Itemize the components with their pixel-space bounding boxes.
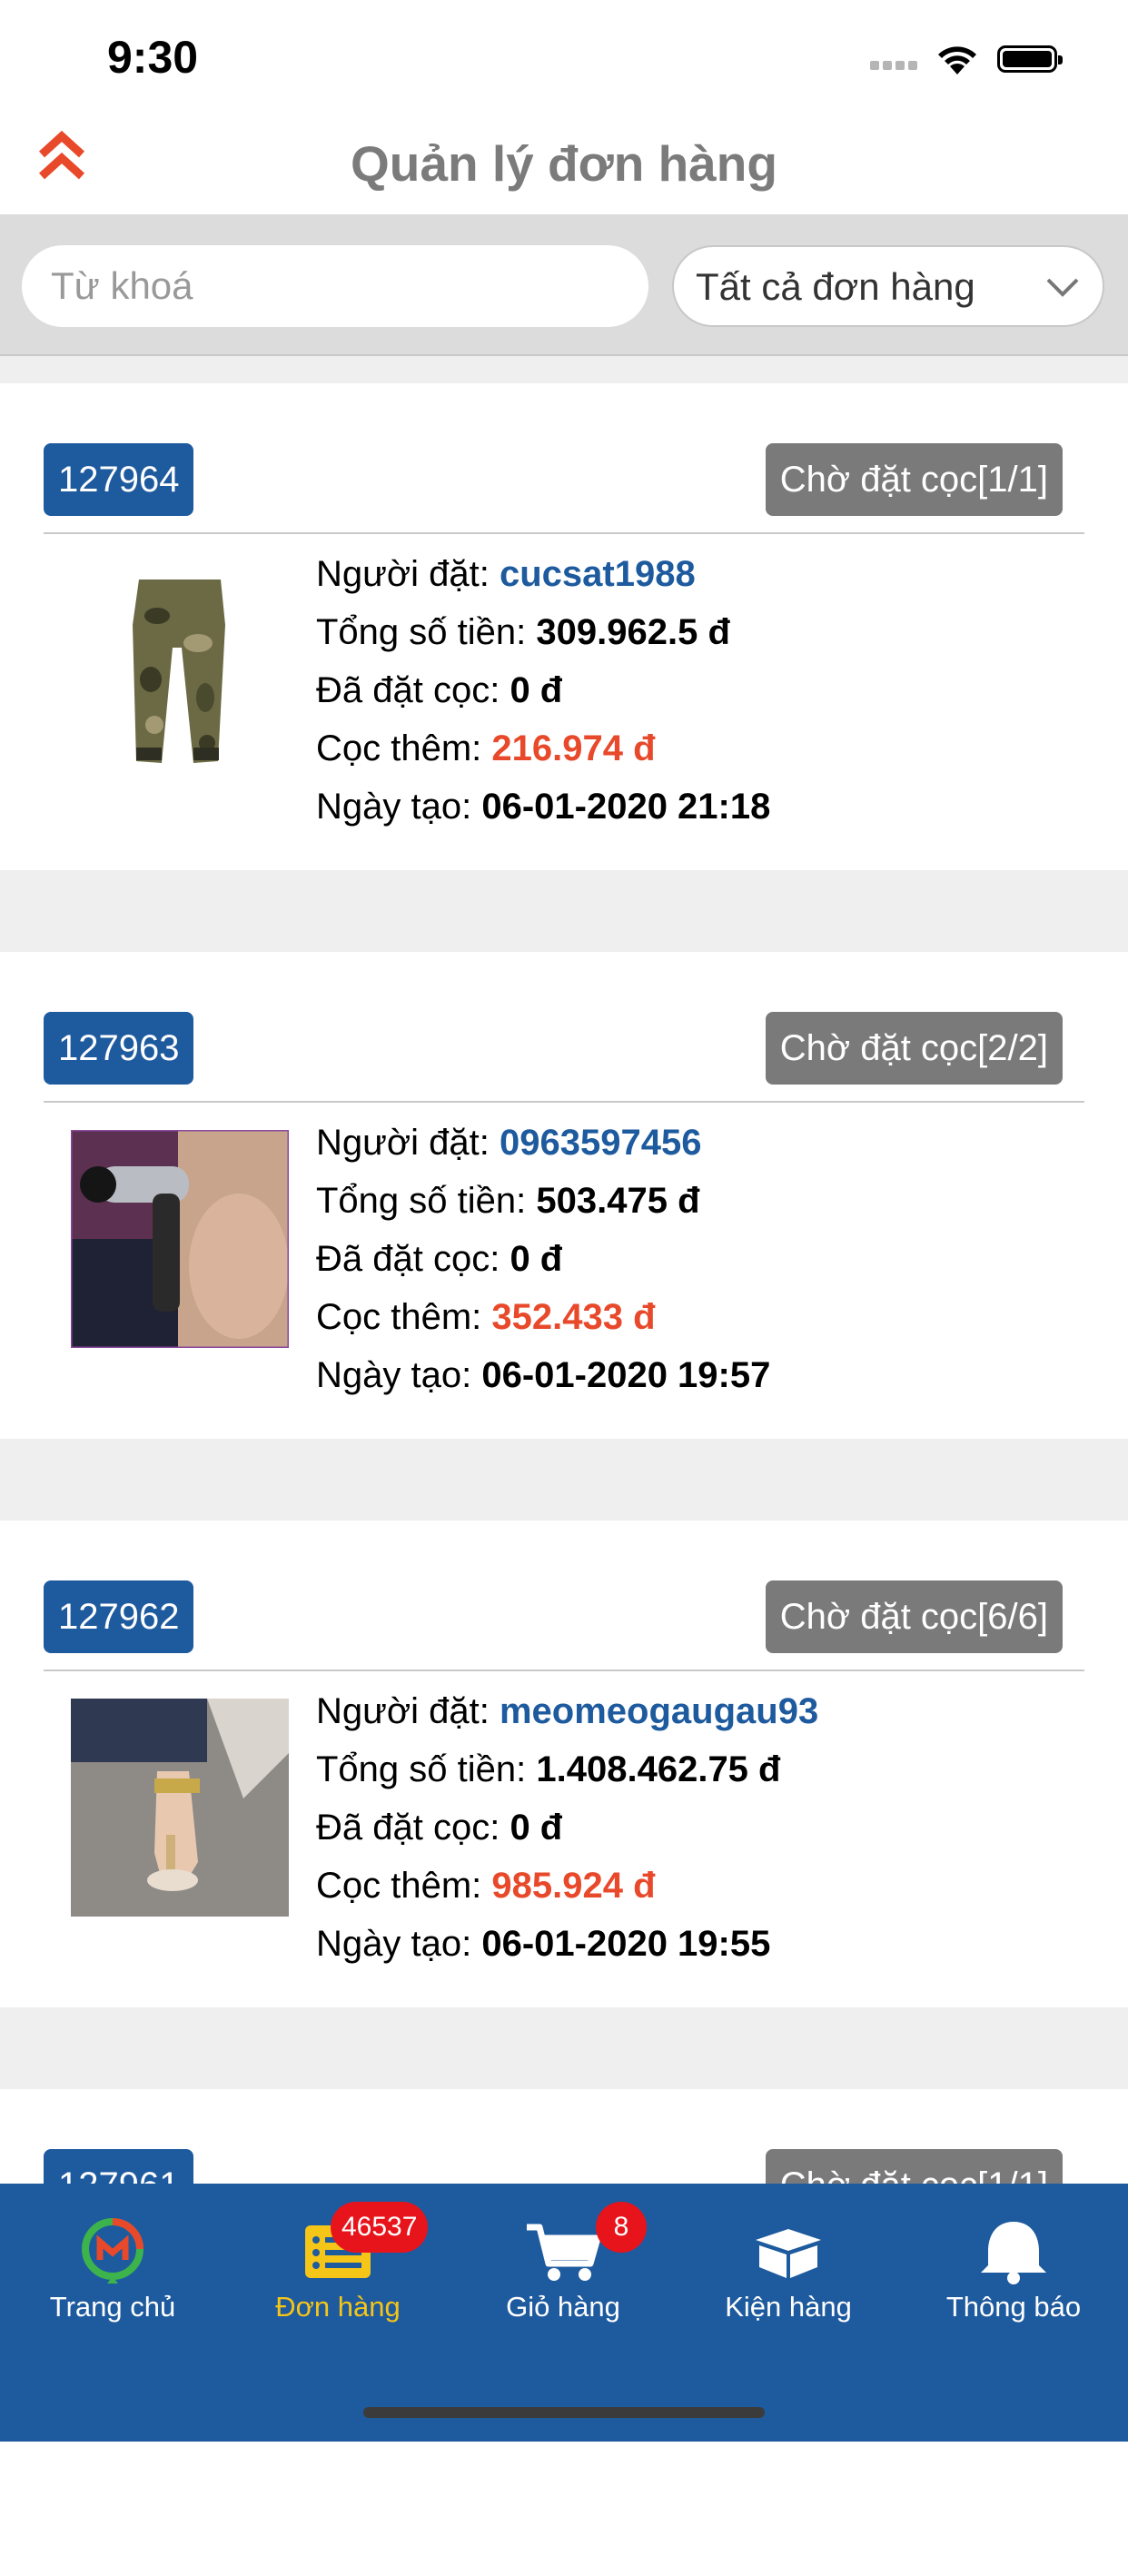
divider xyxy=(44,532,1084,534)
order-details: Người đặt: cucsat1988 Tổng số tiền: 309.… xyxy=(316,554,771,827)
search-input[interactable] xyxy=(22,245,648,327)
orderer-name[interactable]: 0963597456 xyxy=(500,1123,701,1163)
wifi-icon xyxy=(938,46,976,74)
order-status-badge: Chờ đặt cọc[6/6] xyxy=(765,1580,1063,1653)
package-icon xyxy=(756,2229,821,2278)
tab-home[interactable]: Trang chủ xyxy=(0,2184,225,2347)
order-card[interactable]: 127962 Chờ đặt cọc[6/6] Người đặt: meome… xyxy=(0,1521,1128,2007)
order-total: 309.962.5 đ xyxy=(536,612,730,652)
status-bar: 9:30 xyxy=(0,0,1128,118)
cart-count-badge: 8 xyxy=(596,2202,647,2253)
tab-orders-label: Đơn hàng xyxy=(275,2291,401,2323)
tab-packages-label: Kiện hàng xyxy=(725,2291,852,2323)
divider xyxy=(44,1669,1084,1671)
home-indicator xyxy=(363,2407,765,2418)
order-total: 503.475 đ xyxy=(536,1181,700,1221)
order-card[interactable]: 127964 Chờ đặt cọc[1/1] Người đặt: cucsa… xyxy=(0,383,1128,870)
divider xyxy=(44,1101,1084,1103)
bottom-tab-bar: Trang chủ 46537 Đơn hàng 8 Giỏ hàng Kiện… xyxy=(0,2184,1128,2442)
cellular-signal-icon xyxy=(870,58,921,74)
tab-packages[interactable]: Kiện hàng xyxy=(676,2184,901,2347)
product-thumbnail xyxy=(71,1130,289,1348)
orderer-name[interactable]: cucsat1988 xyxy=(500,554,696,594)
orderer-name[interactable]: meomeogaugau93 xyxy=(500,1691,818,1731)
tab-notifications[interactable]: Thông báo xyxy=(901,2184,1126,2347)
order-created-date: 06-01-2020 21:18 xyxy=(481,787,771,827)
orders-count-badge: 46537 xyxy=(331,2202,429,2253)
home-logo-icon xyxy=(82,2218,143,2284)
order-status-badge: Chờ đặt cọc[2/2] xyxy=(765,1012,1063,1085)
tab-notifications-label: Thông báo xyxy=(945,2291,1082,2323)
product-thumbnail xyxy=(71,1699,289,1917)
order-created-date: 06-01-2020 19:57 xyxy=(481,1355,771,1395)
order-deposited: 0 đ xyxy=(510,1808,563,1848)
order-total: 1.408.462.75 đ xyxy=(536,1749,781,1789)
nav-header: Quản lý đơn hàng xyxy=(0,118,1128,214)
tab-cart[interactable]: 8 Giỏ hàng xyxy=(450,2184,676,2347)
page-title: Quản lý đơn hàng xyxy=(351,135,777,192)
filter-bar: Tất cả đơn hàng xyxy=(0,214,1128,356)
tab-orders[interactable]: 46537 Đơn hàng xyxy=(225,2184,450,2347)
order-details: Người đặt: 0963597456 Tổng số tiền: 503.… xyxy=(316,1123,771,1395)
order-details: Người đặt: meomeogaugau93 Tổng số tiền: … xyxy=(316,1691,819,1964)
bell-icon xyxy=(981,2222,1046,2284)
order-deposited: 0 đ xyxy=(510,1239,563,1279)
battery-icon xyxy=(997,45,1063,73)
tab-cart-label: Giỏ hàng xyxy=(506,2291,620,2323)
order-created-date: 06-01-2020 19:55 xyxy=(481,1924,771,1964)
order-status-select-value: Tất cả đơn hàng xyxy=(696,265,975,308)
order-id: 127963 xyxy=(44,1012,194,1085)
order-extra-deposit: 216.974 đ xyxy=(491,728,656,768)
order-status-select[interactable]: Tất cả đơn hàng xyxy=(672,245,1104,327)
order-status-badge: Chờ đặt cọc[1/1] xyxy=(765,443,1063,516)
order-card[interactable]: 127963 Chờ đặt cọc[2/2] Người đặt: 09635… xyxy=(0,952,1128,1439)
order-id: 127962 xyxy=(44,1580,194,1653)
status-time: 9:30 xyxy=(107,32,199,83)
chevron-down-icon xyxy=(1046,278,1079,297)
order-deposited: 0 đ xyxy=(510,670,563,710)
order-extra-deposit: 985.924 đ xyxy=(491,1866,656,1906)
order-id: 127964 xyxy=(44,443,194,516)
tab-home-label: Trang chủ xyxy=(49,2291,176,2323)
order-extra-deposit: 352.433 đ xyxy=(491,1297,656,1337)
product-thumbnail xyxy=(71,561,289,779)
